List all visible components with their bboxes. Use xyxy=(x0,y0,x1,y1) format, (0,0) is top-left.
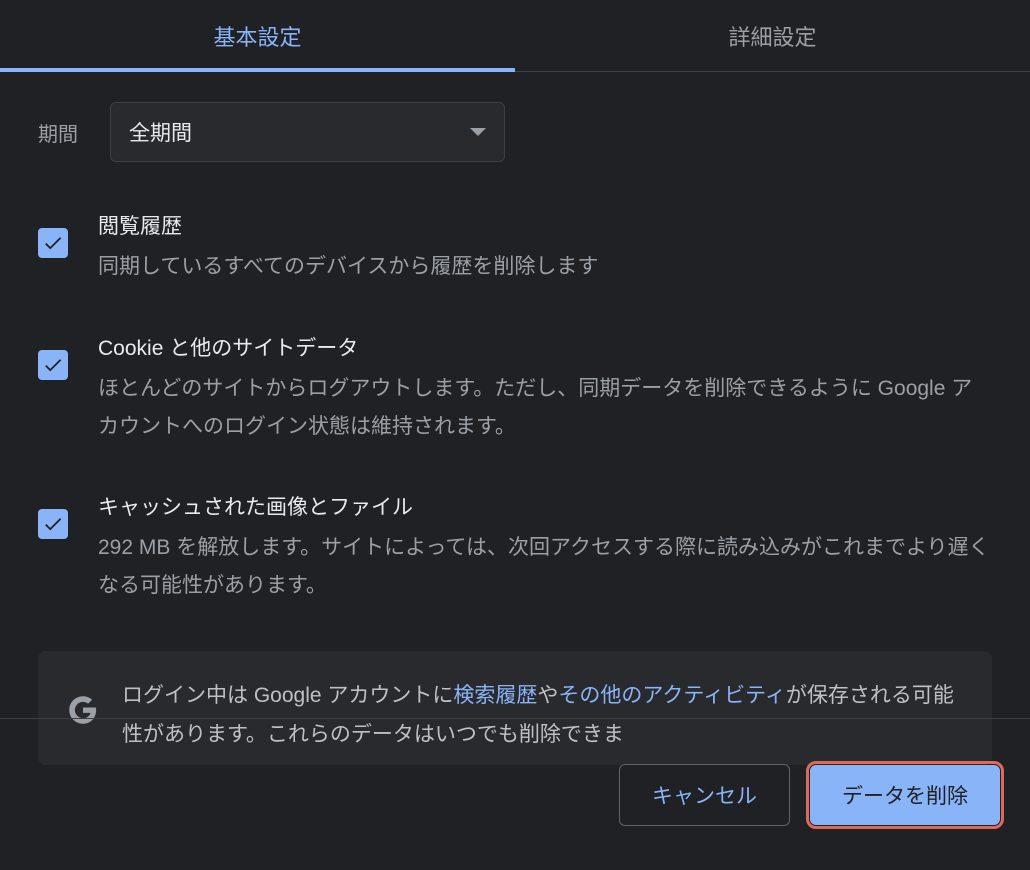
chevron-down-icon xyxy=(470,128,486,136)
dialog-footer: キャンセル データを削除 xyxy=(0,718,1030,870)
cache-title: キャッシュされた画像とファイル xyxy=(98,491,992,521)
tab-bar: 基本設定 詳細設定 xyxy=(0,0,1030,72)
time-range-value: 全期間 xyxy=(129,117,192,147)
browsing-history-title: 閲覧履歴 xyxy=(98,210,992,240)
check-icon xyxy=(42,354,64,376)
checkbox-row-cookies: Cookie と他のサイトデータ ほとんどのサイトからログアウトします。ただし、… xyxy=(38,332,992,446)
checkbox-cache[interactable] xyxy=(38,509,68,539)
time-range-select[interactable]: 全期間 xyxy=(110,102,505,162)
cookies-title: Cookie と他のサイトデータ xyxy=(98,332,992,362)
checkbox-row-browsing: 閲覧履歴 同期しているすべてのデバイスから履歴を削除します xyxy=(38,210,992,286)
time-range-row: 期間 全期間 xyxy=(38,102,992,162)
tab-advanced[interactable]: 詳細設定 xyxy=(515,0,1030,71)
check-icon xyxy=(42,513,64,535)
dialog-content: 期間 全期間 閲覧履歴 同期しているすべてのデバイスから履歴を削除します Coo… xyxy=(0,72,1030,765)
delete-data-button[interactable]: データを削除 xyxy=(810,765,1000,825)
cache-desc: 292 MB を解放します。サイトによっては、次回アクセスする際に読み込みがこれ… xyxy=(98,529,992,605)
checkbox-browsing[interactable] xyxy=(38,228,68,258)
time-range-label: 期間 xyxy=(38,118,78,147)
cookies-desc: ほとんどのサイトからログアウトします。ただし、同期データを削除できるように Go… xyxy=(98,370,992,446)
checkbox-row-cache: キャッシュされた画像とファイル 292 MB を解放します。サイトによっては、次… xyxy=(38,491,992,605)
checkbox-cookies[interactable] xyxy=(38,350,68,380)
link-other-activity[interactable]: その他のアクティビティ xyxy=(558,684,785,707)
check-icon xyxy=(42,232,64,254)
browsing-history-desc: 同期しているすべてのデバイスから履歴を削除します xyxy=(98,248,992,286)
tab-basic[interactable]: 基本設定 xyxy=(0,0,515,71)
link-search-history[interactable]: 検索履歴 xyxy=(453,684,537,707)
cancel-button[interactable]: キャンセル xyxy=(619,764,790,826)
